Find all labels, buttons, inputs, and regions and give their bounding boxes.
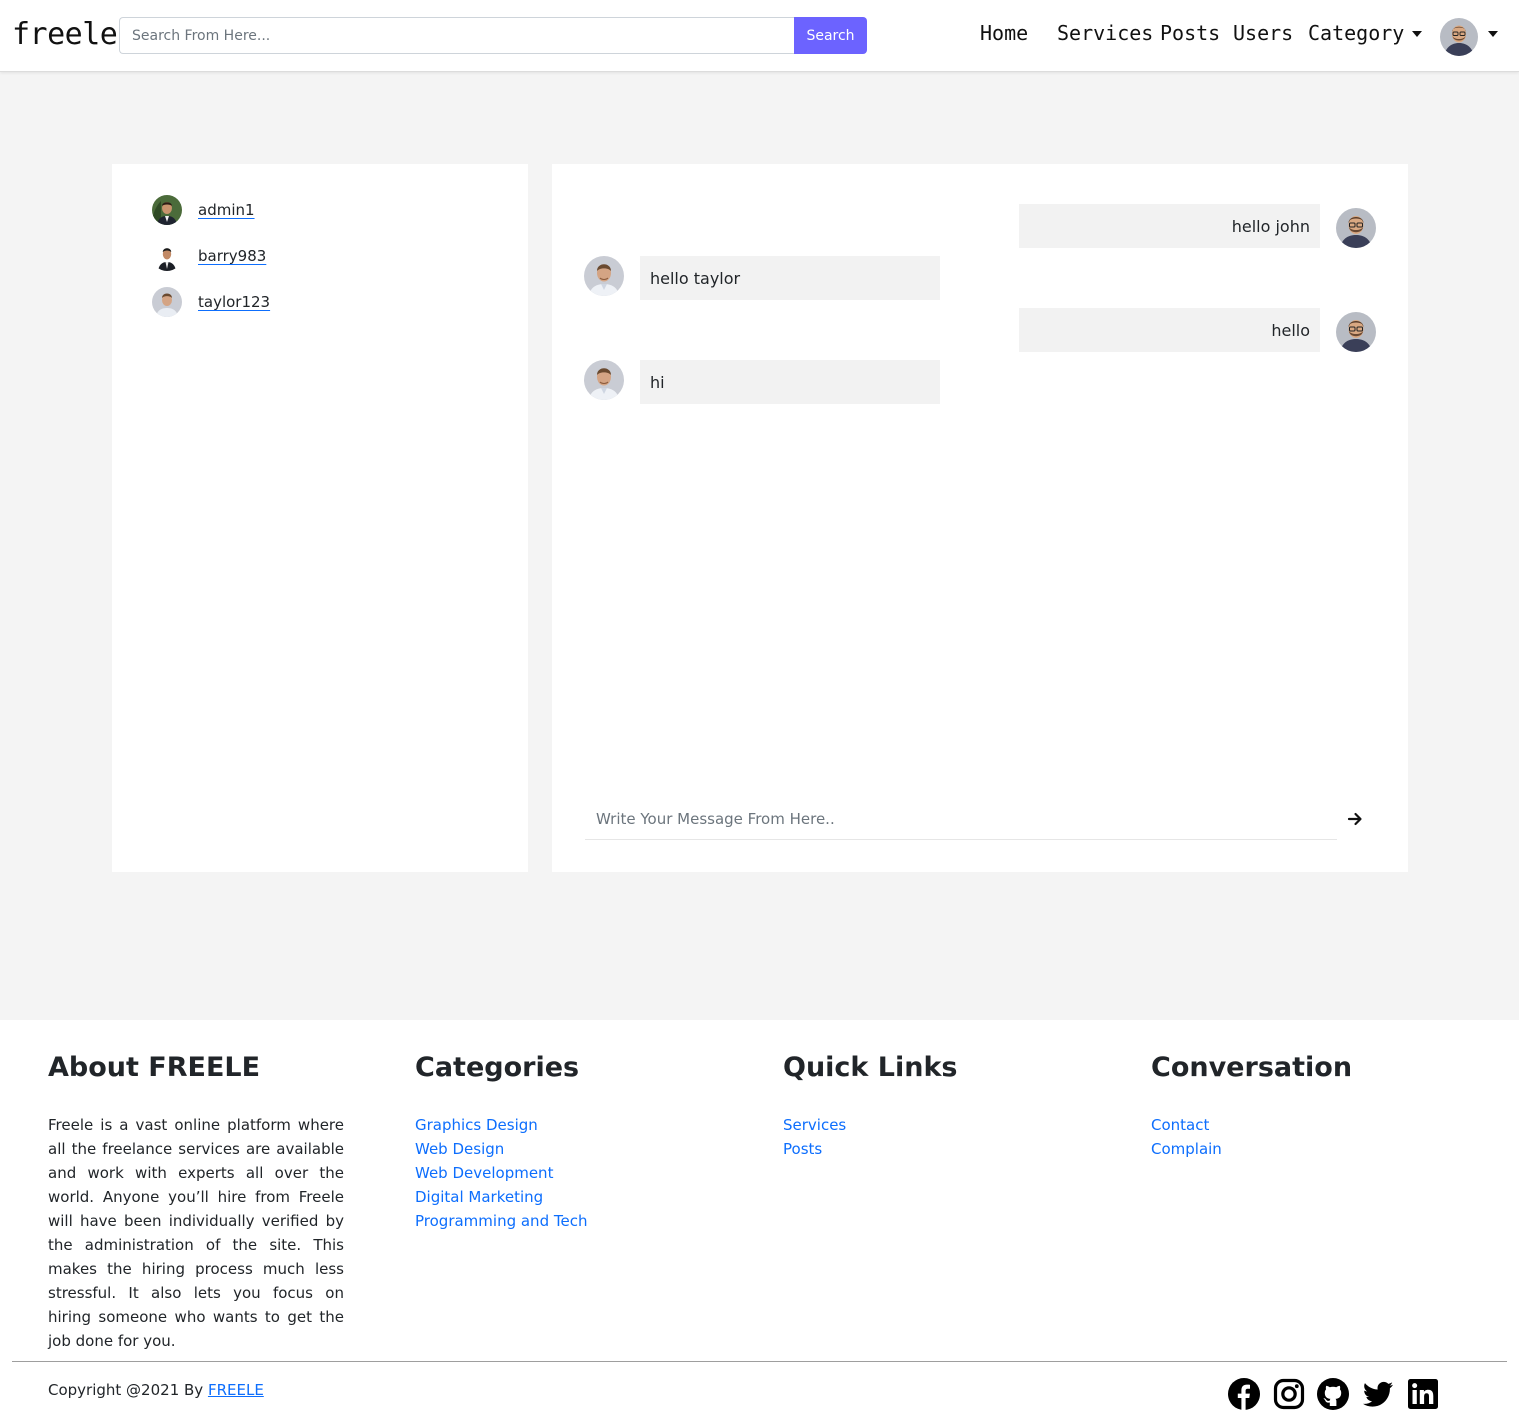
copyright-link[interactable]: FREELE: [208, 1381, 264, 1399]
sent-message-bubble: hello: [1019, 308, 1320, 352]
conversation-user-item[interactable]: barry983: [152, 241, 266, 271]
message-text: hello john: [1231, 216, 1310, 236]
search-button[interactable]: Search: [794, 17, 867, 54]
footer-divider: [12, 1361, 1507, 1362]
copyright-text: Copyright @2021 By FREELE: [48, 1381, 264, 1399]
user-name-link[interactable]: admin1: [198, 201, 255, 219]
footer-quick-links-heading: Quick Links: [783, 1052, 958, 1083]
received-message-bubble: hi: [640, 360, 940, 404]
github-icon[interactable]: [1317, 1378, 1349, 1410]
category-dropdown-caret-icon[interactable]: [1412, 31, 1422, 37]
footer-link-services[interactable]: Services: [783, 1116, 846, 1134]
facebook-icon[interactable]: [1228, 1378, 1260, 1410]
receiver-avatar: [584, 360, 624, 400]
footer-conversation-heading: Conversation: [1151, 1052, 1353, 1083]
send-button[interactable]: [1344, 808, 1366, 830]
nav-link-users[interactable]: Users: [1233, 21, 1293, 45]
conversation-user-item[interactable]: admin1: [152, 195, 255, 225]
instagram-icon[interactable]: [1273, 1378, 1305, 1410]
conversation-user-item[interactable]: taylor123: [152, 287, 270, 317]
footer-link-contact[interactable]: Contact: [1151, 1116, 1209, 1134]
received-message-bubble: hello taylor: [640, 256, 940, 300]
search-input[interactable]: [119, 17, 795, 54]
nav-link-services[interactable]: Services: [1057, 21, 1153, 45]
footer-link-posts[interactable]: Posts: [783, 1140, 822, 1158]
message-text: hello taylor: [650, 268, 741, 288]
nav-link-home[interactable]: Home: [980, 21, 1028, 45]
twitter-icon[interactable]: [1362, 1378, 1394, 1410]
sender-avatar: [1336, 312, 1376, 352]
footer-categories-section: Categories Graphics Design Web Design We…: [415, 1052, 587, 1233]
conversation-list-panel: admin1 barry983 taylor123: [112, 164, 528, 872]
chat-panel: hello john hello taylor hello hi Write Y…: [552, 164, 1408, 872]
profile-dropdown-caret-icon[interactable]: [1488, 31, 1498, 37]
footer-about-heading: About FREELE: [48, 1052, 261, 1083]
footer-link-complain[interactable]: Complain: [1151, 1140, 1222, 1158]
sender-avatar: [1336, 208, 1376, 248]
message-text: hi: [650, 372, 665, 392]
profile-avatar[interactable]: [1440, 18, 1478, 56]
sent-message-bubble: hello john: [1019, 204, 1320, 248]
nav-link-category[interactable]: Category: [1308, 21, 1404, 45]
site-footer: About FREELE Freele is a vast online pla…: [0, 1020, 1519, 1422]
footer-link-graphics-design[interactable]: Graphics Design: [415, 1116, 538, 1134]
footer-link-programming-and-tech[interactable]: Programming and Tech: [415, 1212, 587, 1230]
user-avatar: [152, 287, 182, 317]
message-input[interactable]: [585, 798, 1337, 840]
user-name-link[interactable]: taylor123: [198, 293, 270, 311]
nav-link-posts[interactable]: Posts: [1160, 21, 1220, 45]
footer-link-digital-marketing[interactable]: Digital Marketing: [415, 1188, 543, 1206]
footer-link-web-development[interactable]: Web Development: [415, 1164, 553, 1182]
footer-about-text: Freele is a vast online platform where a…: [48, 1116, 344, 1350]
receiver-avatar: [584, 256, 624, 296]
brand-logo[interactable]: freele: [12, 17, 118, 52]
footer-categories-heading: Categories: [415, 1052, 580, 1083]
footer-quick-links-section: Quick Links Services Posts: [783, 1052, 958, 1161]
linkedin-icon[interactable]: [1407, 1378, 1439, 1410]
user-name-link[interactable]: barry983: [198, 247, 266, 265]
user-avatar: [152, 195, 182, 225]
footer-about-section: About FREELE Freele is a vast online pla…: [48, 1052, 344, 1353]
footer-conversation-section: Conversation Contact Complain: [1151, 1052, 1352, 1161]
copyright-prefix: Copyright @2021 By: [48, 1381, 208, 1399]
footer-link-web-design[interactable]: Web Design: [415, 1140, 504, 1158]
top-navbar: freele Search Home Services Posts Users …: [0, 0, 1519, 72]
message-text: hello: [1271, 320, 1310, 340]
arrow-right-icon: [1347, 812, 1362, 826]
user-avatar: [152, 241, 182, 271]
